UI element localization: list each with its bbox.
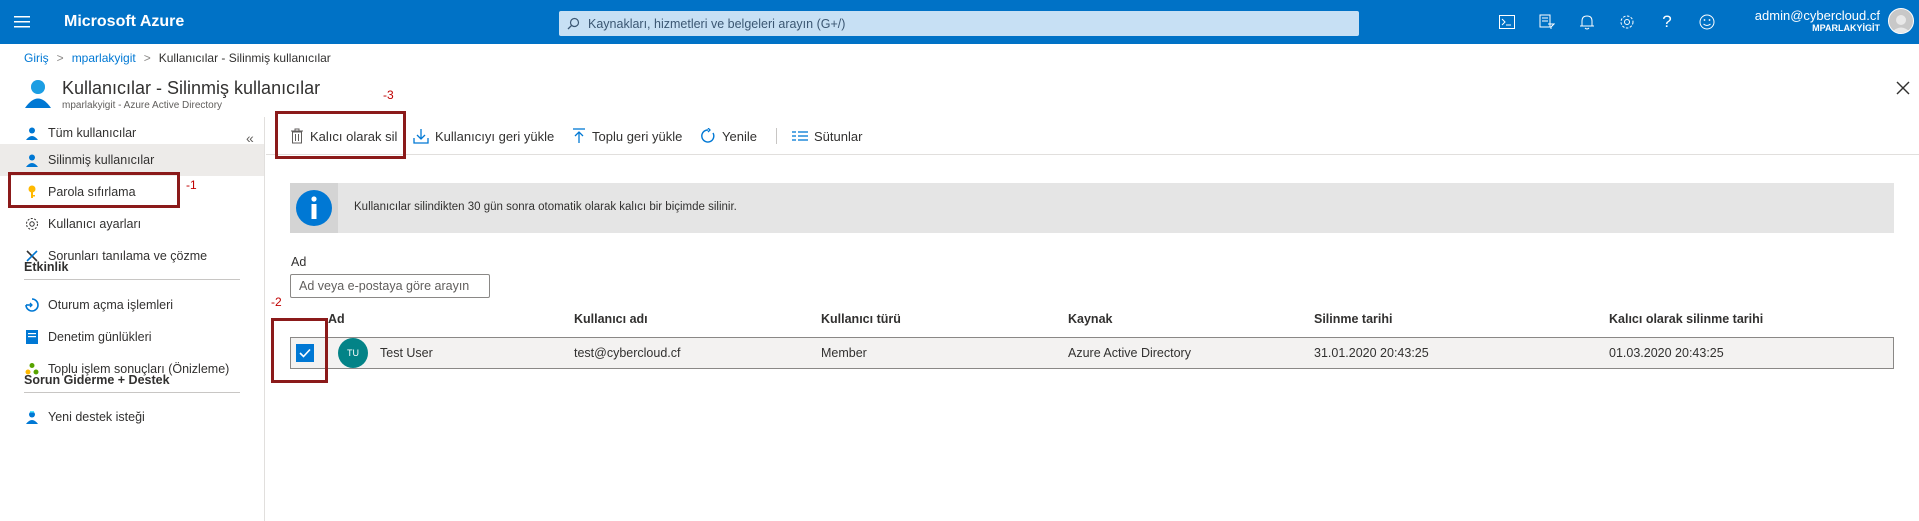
avatar[interactable] xyxy=(1888,8,1914,34)
breadcrumb-home[interactable]: Giriş xyxy=(24,51,49,65)
button-label: Yenile xyxy=(722,128,757,144)
divider xyxy=(24,392,240,393)
button-label: Sütunlar xyxy=(814,128,863,144)
toolbar: Kalıcı olarak sil Kullanıcıyı geri yükle… xyxy=(266,117,1919,155)
columns-button[interactable]: Sütunlar xyxy=(792,126,862,146)
divider xyxy=(24,279,240,280)
gear-icon[interactable] xyxy=(1607,0,1647,44)
section-support: Sorun Giderme + Destek xyxy=(24,373,170,387)
sidebar-item-label: Oturum açma işlemleri xyxy=(48,298,174,312)
download-icon xyxy=(413,129,429,144)
breadcrumb: Giriş > mparlakyigit > Kullanıcılar - Si… xyxy=(24,51,331,65)
sidebar-item-label: Denetim günlükleri xyxy=(48,330,152,344)
bell-icon[interactable] xyxy=(1567,0,1607,44)
name-search-input[interactable] xyxy=(290,274,490,298)
annotation-box-2 xyxy=(271,318,328,383)
sidebar-item-audit-logs[interactable]: Denetim günlükleri xyxy=(0,321,264,353)
gear-icon xyxy=(24,216,40,232)
columns-icon xyxy=(792,131,808,141)
account-menu[interactable]: admin@cybercloud.cf MPARLAKYİGİT xyxy=(1735,9,1880,35)
restore-user-button[interactable]: Kullanıcıyı geri yükle xyxy=(413,126,554,146)
chevron-right-icon: > xyxy=(56,51,64,65)
hamburger-icon[interactable] xyxy=(0,0,44,44)
annotation-label-3: -3 xyxy=(383,88,394,102)
page-title: Kullanıcılar - Silinmiş kullanıcılar xyxy=(62,78,321,98)
annotation-label-1: -1 xyxy=(186,178,197,192)
support-user-icon xyxy=(24,409,40,425)
account-email: admin@cybercloud.cf xyxy=(1754,8,1880,23)
sidebar-item-label: Sorunları tanılama ve çözme xyxy=(48,249,208,263)
column-header-user-type[interactable]: Kullanıcı türü xyxy=(821,312,901,326)
cell-source: Azure Active Directory xyxy=(1068,346,1191,360)
account-tenant: MPARLAKYİGİT xyxy=(1812,23,1880,33)
info-banner: Kullanıcılar silindikten 30 gün sonra ot… xyxy=(290,183,1894,233)
annotation-box-1 xyxy=(8,172,180,208)
button-label: Toplu geri yükle xyxy=(592,128,683,144)
sidebar-item-user-settings[interactable]: Kullanıcı ayarları xyxy=(0,208,264,240)
upload-icon xyxy=(573,128,585,143)
log-icon xyxy=(24,329,40,345)
search-icon xyxy=(567,17,580,30)
user-icon xyxy=(24,125,40,141)
sidebar-item-label: Kullanıcı ayarları xyxy=(48,217,142,231)
cell-user-type: Member xyxy=(821,346,867,360)
section-activity: Etkinlik xyxy=(24,260,69,274)
toolbar-divider xyxy=(776,128,777,144)
refresh-icon xyxy=(701,128,715,143)
page-header: Kullanıcılar - Silinmiş kullanıcılar mpa… xyxy=(22,77,320,111)
column-header-source[interactable]: Kaynak xyxy=(1068,312,1112,326)
breadcrumb-current: Kullanıcılar - Silinmiş kullanıcılar xyxy=(158,51,331,65)
avatar: TU xyxy=(338,338,368,368)
help-icon[interactable]: ? xyxy=(1647,0,1687,44)
sidebar-item-label: Tüm kullanıcılar xyxy=(48,126,137,140)
smiley-icon[interactable] xyxy=(1687,0,1727,44)
sidebar-item-new-support-request[interactable]: Yeni destek isteği xyxy=(0,401,264,433)
info-text: Kullanıcılar silindikten 30 gün sonra ot… xyxy=(354,201,737,213)
user-icon xyxy=(24,152,40,168)
button-label: Kullanıcıyı geri yükle xyxy=(435,128,555,144)
sign-in-icon xyxy=(24,297,40,313)
cloud-shell-icon[interactable] xyxy=(1487,0,1527,44)
search-placeholder: Kaynakları, hizmetleri ve belgeleri aray… xyxy=(588,16,846,31)
directory-filter-icon[interactable] xyxy=(1527,0,1567,44)
page-subtitle: mparlakyigit - Azure Active Directory xyxy=(62,100,223,111)
column-header-permanent-delete-date[interactable]: Kalıcı olarak silinme tarihi xyxy=(1609,312,1763,326)
close-icon[interactable] xyxy=(1896,79,1910,100)
global-search-input[interactable]: Kaynakları, hizmetleri ve belgeleri aray… xyxy=(559,11,1359,36)
sidebar-item-label: Yeni destek isteği xyxy=(48,410,145,424)
column-header-deleted-date[interactable]: Silinme tarihi xyxy=(1314,312,1393,326)
info-icon xyxy=(290,183,338,233)
filter-label: Ad xyxy=(291,255,307,269)
brand-title[interactable]: Microsoft Azure xyxy=(64,13,555,31)
annotation-label-2: -2 xyxy=(271,295,282,309)
cell-deleted-date: 31.01.2020 20:43:25 xyxy=(1314,346,1429,360)
top-bar: Microsoft Azure Kaynakları, hizmetleri v… xyxy=(0,0,1919,44)
cell-username: test@cybercloud.cf xyxy=(574,346,681,360)
column-header-name[interactable]: Ad xyxy=(328,312,345,326)
cell-permanent-delete-date: 01.03.2020 20:43:25 xyxy=(1609,346,1724,360)
breadcrumb-tenant[interactable]: mparlakyigit xyxy=(72,51,136,65)
chevron-right-icon: > xyxy=(143,51,151,65)
cell-name[interactable]: Test User xyxy=(380,346,433,360)
sidebar-item-label: Silinmiş kullanıcılar xyxy=(48,153,155,167)
column-header-username[interactable]: Kullanıcı adı xyxy=(574,312,648,326)
bulk-restore-button[interactable]: Toplu geri yükle xyxy=(572,126,682,146)
refresh-button[interactable]: Yenile xyxy=(700,126,757,146)
users-icon xyxy=(22,77,54,109)
sidebar-item-sign-ins[interactable]: Oturum açma işlemleri xyxy=(0,289,264,321)
annotation-box-3 xyxy=(275,111,406,159)
